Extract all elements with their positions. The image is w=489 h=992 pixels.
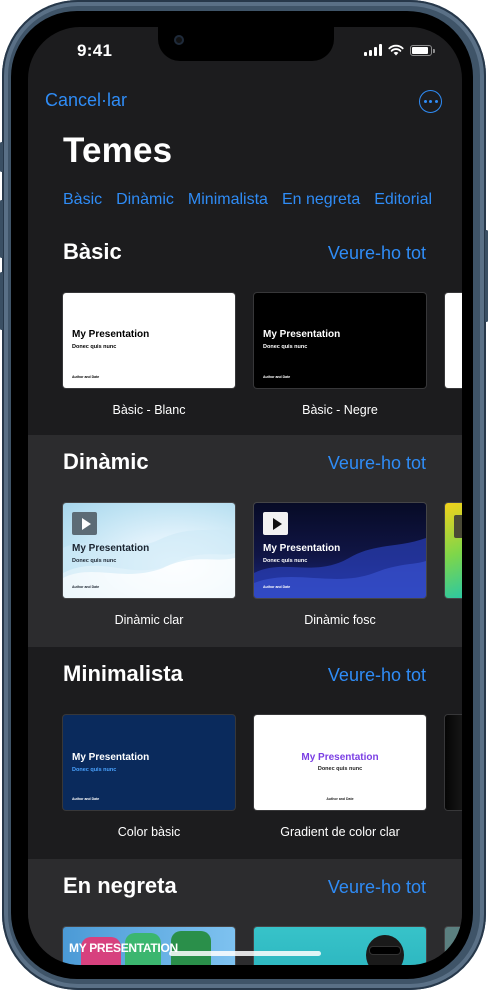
status-time: 9:41 xyxy=(77,41,113,60)
sunglasses xyxy=(370,947,400,954)
theme-thumbnail-basic-color[interactable]: My Presentation Donec quis nunc Author a… xyxy=(63,715,235,810)
battery-icon xyxy=(410,44,435,56)
slide-author: Author and Date xyxy=(72,375,100,379)
cellular-signal-icon xyxy=(364,44,382,56)
section-minimalist: Minimalista Veure-ho tot My Presentation… xyxy=(28,647,462,859)
volume-up-button xyxy=(0,200,3,258)
section-title: Dinàmic xyxy=(63,449,149,474)
tab-minimalist[interactable]: Minimalista xyxy=(188,191,268,209)
slide-subtitle: Donec quis nunc xyxy=(263,558,308,564)
screen: 9:41 Cancel·lar Temes Bàsic Dinàmic Mini… xyxy=(28,27,462,965)
front-camera xyxy=(174,35,184,45)
slide-subtitle: Donec quis nunc xyxy=(72,767,117,773)
slide-title: My Presentation xyxy=(72,329,150,340)
status-icons xyxy=(364,44,435,56)
slide-title: My Presentation xyxy=(263,543,341,554)
section-title: Minimalista xyxy=(63,661,183,686)
action-button xyxy=(0,142,3,172)
slide-title: MY PRESENTATION xyxy=(69,941,178,955)
theme-name: Bàsic - Negre xyxy=(302,403,378,417)
theme-name: Gradient de color clar xyxy=(280,825,400,839)
tab-dynamic[interactable]: Dinàmic xyxy=(116,191,174,209)
theme-name: Dinàmic clar xyxy=(114,613,184,627)
theme-thumbnail-basic-white[interactable]: My Presentation Donec quis nunc Author a… xyxy=(63,293,235,388)
see-all-button[interactable]: Veure-ho tot xyxy=(328,453,426,474)
slide-author: Author and Date xyxy=(72,797,100,801)
section-title: Bàsic xyxy=(63,239,122,264)
section-bold: En negreta Veure-ho tot MY PRESENTATION xyxy=(28,859,462,965)
see-all-button[interactable]: Veure-ho tot xyxy=(328,243,426,264)
side-button xyxy=(485,230,488,322)
theme-thumbnail-partial[interactable] xyxy=(445,293,462,388)
category-tabs: Bàsic Dinàmic Minimalista En negreta Edi… xyxy=(63,191,432,209)
theme-thumbnail-dynamic-dark[interactable]: My Presentation Donec quis nunc Author a… xyxy=(254,503,426,598)
theme-name: Bàsic - Blanc xyxy=(112,403,186,417)
cancel-button[interactable]: Cancel·lar xyxy=(45,90,127,111)
slide-subtitle: Donec quis nunc xyxy=(72,558,117,564)
play-icon xyxy=(263,512,288,535)
theme-thumbnail-basic-black[interactable]: My Presentation Donec quis nunc Author a… xyxy=(254,293,426,388)
slide-title: My Presentation xyxy=(301,752,379,763)
ellipsis-circle-icon[interactable] xyxy=(419,90,442,113)
slide-title: My Presentation xyxy=(72,752,150,763)
slide-title: My Presentation xyxy=(72,543,150,554)
theme-thumbnail-partial[interactable] xyxy=(445,927,462,965)
section-dynamic: Dinàmic Veure-ho tot My Presentation Don… xyxy=(28,435,462,647)
theme-name: Dinàmic fosc xyxy=(304,613,376,627)
play-icon xyxy=(454,515,462,538)
tab-basic[interactable]: Bàsic xyxy=(63,191,102,209)
wifi-icon xyxy=(388,44,404,56)
theme-thumbnail-light-color-gradient[interactable]: My Presentation Donec quis nunc Author a… xyxy=(254,715,426,810)
theme-thumbnail-bold-2[interactable] xyxy=(254,927,426,965)
section-basic: Bàsic Veure-ho tot My Presentation Donec… xyxy=(28,225,462,435)
slide-subtitle: Donec quis nunc xyxy=(72,344,117,350)
theme-name: Color bàsic xyxy=(117,825,181,839)
page-title: Temes xyxy=(63,131,173,170)
section-title: En negreta xyxy=(63,873,177,898)
slide-author: Author and Date xyxy=(263,375,291,379)
slide-subtitle: Donec quis nunc xyxy=(317,766,363,772)
slide-subtitle: Donec quis nunc xyxy=(263,344,308,350)
play-icon xyxy=(72,512,97,535)
slide-author: Author and Date xyxy=(72,585,100,589)
see-all-button[interactable]: Veure-ho tot xyxy=(328,665,426,686)
tab-editorial[interactable]: Editorial xyxy=(374,191,432,209)
theme-thumbnail-partial[interactable] xyxy=(445,503,462,598)
volume-down-button xyxy=(0,272,3,330)
theme-thumbnail-bold-1[interactable]: MY PRESENTATION xyxy=(63,927,235,965)
home-indicator[interactable] xyxy=(169,951,321,956)
theme-thumbnail-partial[interactable] xyxy=(445,715,462,810)
see-all-button[interactable]: Veure-ho tot xyxy=(328,877,426,898)
slide-author: Author and Date xyxy=(326,797,354,801)
slide-title: My Presentation xyxy=(263,329,341,340)
tab-bold[interactable]: En negreta xyxy=(282,191,360,209)
theme-thumbnail-dynamic-light[interactable]: My Presentation Donec quis nunc Author a… xyxy=(63,503,235,598)
notch xyxy=(158,27,334,61)
slide-author: Author and Date xyxy=(263,585,291,589)
